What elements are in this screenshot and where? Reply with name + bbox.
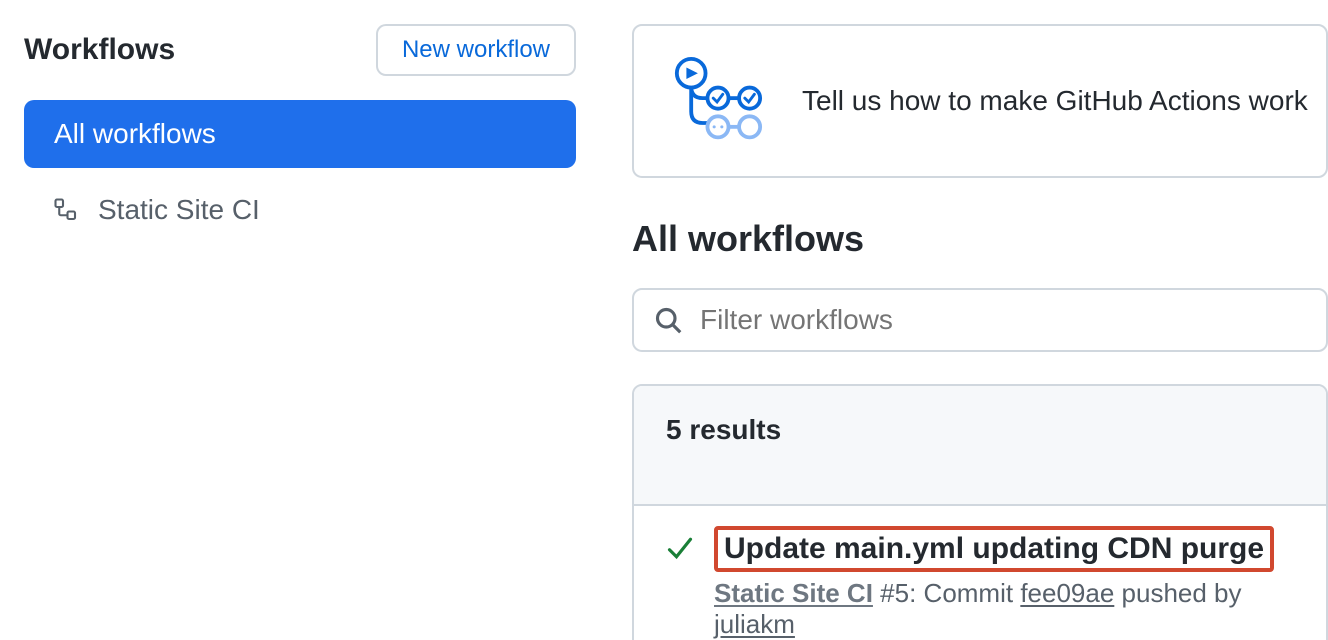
sidebar: Workflows New workflow All workflows Sta… xyxy=(0,0,600,640)
sidebar-header: Workflows New workflow xyxy=(24,24,576,76)
feedback-banner[interactable]: Tell us how to make GitHub Actions work xyxy=(632,24,1328,178)
run-number: #5 xyxy=(873,578,909,608)
banner-text: Tell us how to make GitHub Actions work xyxy=(802,85,1308,117)
workflow-run-row[interactable]: Update main.yml updating CDN purge Stati… xyxy=(634,506,1326,640)
run-workflow-link[interactable]: Static Site CI xyxy=(714,578,873,608)
filter-workflows-input[interactable] xyxy=(700,304,1306,336)
sidebar-item-static-site-ci[interactable]: Static Site CI xyxy=(24,176,576,244)
search-icon xyxy=(654,306,682,334)
success-check-icon xyxy=(666,534,694,562)
actions-icon xyxy=(670,56,766,146)
workflow-icon xyxy=(54,198,78,222)
run-meta: Static Site CI #5: Commit fee09ae pushed… xyxy=(714,578,1294,640)
pusher-link[interactable]: juliakm xyxy=(714,609,795,639)
sidebar-item-label: All workflows xyxy=(54,118,216,150)
sidebar-title: Workflows xyxy=(24,33,175,67)
run-title-link[interactable]: Update main.yml updating CDN purge xyxy=(714,526,1274,572)
page-title: All workflows xyxy=(632,218,1328,260)
new-workflow-button[interactable]: New workflow xyxy=(376,24,576,76)
sidebar-item-label: Static Site CI xyxy=(98,194,260,226)
run-main: Update main.yml updating CDN purge Stati… xyxy=(714,526,1294,640)
main-content: Tell us how to make GitHub Actions work … xyxy=(600,0,1328,640)
results-panel: 5 results Update main.yml updating CDN p… xyxy=(632,384,1328,640)
sidebar-item-all-workflows[interactable]: All workflows xyxy=(24,100,576,168)
commit-sha-link[interactable]: fee09ae xyxy=(1020,578,1114,608)
results-count: 5 results xyxy=(634,386,1326,506)
filter-workflows-box[interactable] xyxy=(632,288,1328,352)
